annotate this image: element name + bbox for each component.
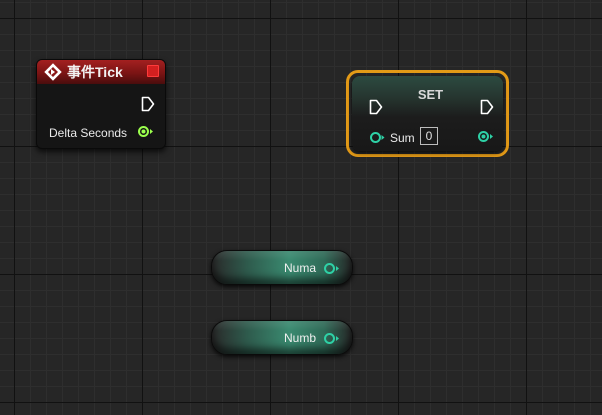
exec-pin-icon[interactable] bbox=[369, 99, 383, 115]
exec-pin-icon[interactable] bbox=[141, 96, 155, 112]
event-tick-node[interactable]: 事件Tick Delta Seconds bbox=[36, 59, 166, 149]
integer-pin-icon[interactable] bbox=[477, 130, 494, 143]
event-tick-node-title: 事件Tick bbox=[67, 64, 123, 80]
event-diamond-icon bbox=[44, 63, 62, 81]
numb-label: Numb bbox=[283, 331, 316, 345]
integer-pin-icon[interactable] bbox=[369, 131, 385, 144]
event-tick-node-header[interactable]: 事件Tick bbox=[37, 60, 165, 84]
integer-pin-icon[interactable] bbox=[323, 332, 340, 345]
float-pin-icon[interactable] bbox=[137, 125, 154, 138]
delta-seconds-label: Delta Seconds bbox=[49, 126, 128, 140]
get-numb-node[interactable]: Numb bbox=[211, 320, 353, 355]
numa-label: Numa bbox=[283, 261, 316, 275]
exec-pin-icon[interactable] bbox=[480, 99, 494, 115]
sum-label: Sum bbox=[390, 131, 415, 145]
set-sum-node[interactable]: SET Sum 0 bbox=[346, 70, 509, 157]
blueprint-graph-canvas[interactable]: 事件Tick Delta Seconds SET Sum 0 Numa Numb bbox=[0, 0, 602, 415]
set-sum-node-body[interactable]: SET Sum 0 bbox=[352, 76, 503, 151]
get-numa-node[interactable]: Numa bbox=[211, 250, 353, 285]
event-delegate-pin[interactable] bbox=[147, 65, 159, 77]
sum-value-input[interactable]: 0 bbox=[420, 127, 438, 145]
integer-pin-icon[interactable] bbox=[323, 262, 340, 275]
